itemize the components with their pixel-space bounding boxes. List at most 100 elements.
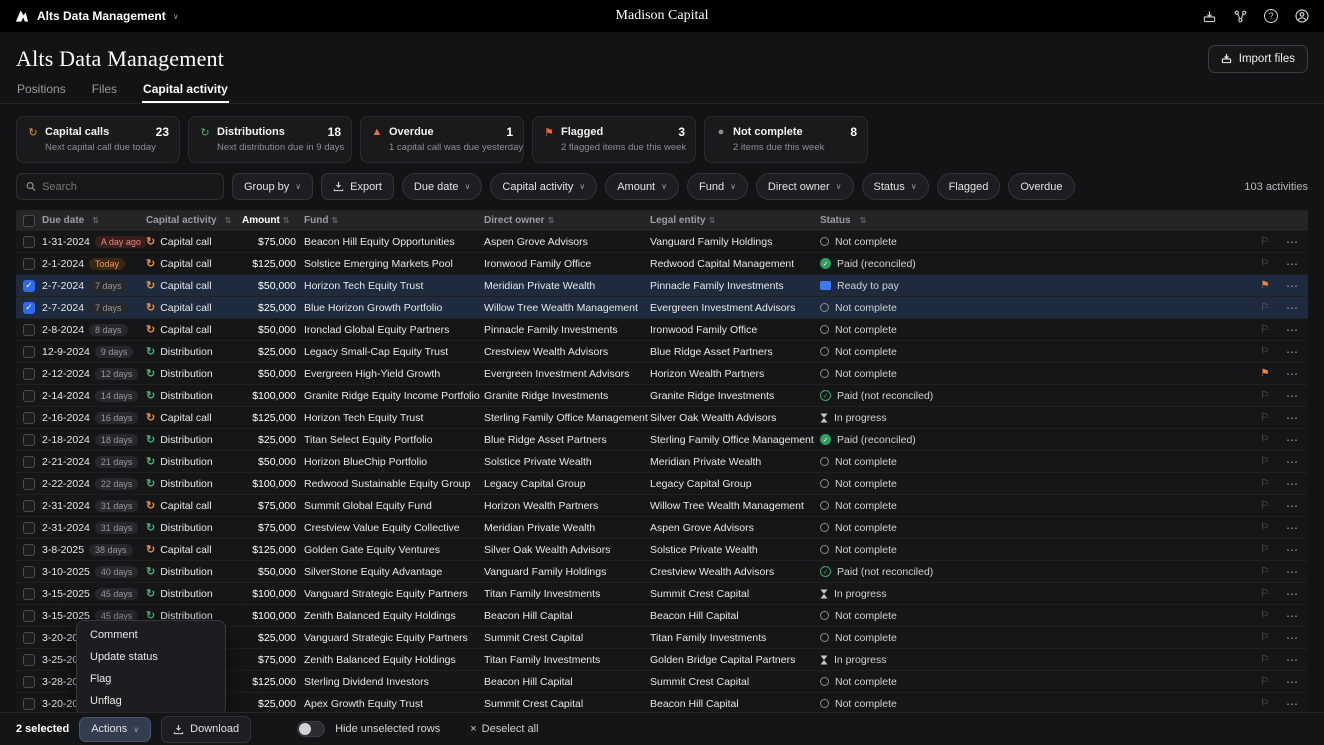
row-checkbox[interactable] [23,324,35,336]
column-header-due-date[interactable]: Due date⇅ [42,215,146,226]
row-checkbox[interactable]: ✓ [23,302,35,314]
flag-icon[interactable]: ⚐ [1261,434,1270,445]
row-menu-button[interactable]: ⋯ [1276,697,1308,711]
row-checkbox[interactable] [23,632,35,644]
row-menu-button[interactable]: ⋯ [1276,675,1308,689]
flag-icon[interactable]: ⚐ [1261,632,1270,643]
download-button[interactable]: Download [161,716,251,743]
row-menu-button[interactable]: ⋯ [1276,389,1308,403]
flag-icon[interactable]: ⚐ [1261,412,1270,423]
column-header-direct-owner[interactable]: Direct owner⇅ [484,215,650,226]
summary-card-distributions[interactable]: ↻ Distributions 18 Next distribution due… [188,116,352,163]
row-menu-button[interactable]: ⋯ [1276,279,1308,293]
flag-icon[interactable]: ⚑ [1261,368,1270,379]
help-icon[interactable]: ? [1263,8,1279,24]
row-menu-button[interactable]: ⋯ [1276,543,1308,557]
row-menu-button[interactable]: ⋯ [1276,653,1308,667]
column-header-fund[interactable]: Fund⇅ [304,215,484,226]
integrations-icon[interactable] [1232,8,1248,24]
row-checkbox[interactable]: ✓ [23,280,35,292]
column-header-legal-entity[interactable]: Legal entity⇅ [650,215,820,226]
tab-files[interactable]: Files [91,77,118,103]
table-row[interactable]: 2-8-20248 days ↻Capital call $50,000 Iro… [16,319,1308,341]
select-all-checkbox[interactable] [23,215,35,227]
row-menu-button[interactable]: ⋯ [1276,521,1308,535]
row-menu-button[interactable]: ⋯ [1276,609,1308,623]
row-menu-button[interactable]: ⋯ [1276,367,1308,381]
summary-card-overdue[interactable]: ▲ Overdue 1 1 capital call was due yeste… [360,116,524,163]
flag-icon[interactable]: ⚐ [1261,346,1270,357]
tab-capital-activity[interactable]: Capital activity [142,77,229,103]
import-files-button[interactable]: Import files [1208,45,1308,73]
filter-amount[interactable]: Amount∨ [605,173,679,200]
row-menu-button[interactable]: ⋯ [1276,433,1308,447]
row-menu-button[interactable]: ⋯ [1276,477,1308,491]
column-header-amount[interactable]: Amount⇅ [242,215,304,226]
table-row[interactable]: 2-14-202414 days ↻Distribution $100,000 … [16,385,1308,407]
row-checkbox[interactable] [23,258,35,270]
export-icon[interactable] [1201,8,1217,24]
column-header-capital-activity[interactable]: Capital activity⇅ [146,215,242,226]
row-checkbox[interactable] [23,500,35,512]
search-input[interactable] [16,173,224,200]
row-checkbox[interactable] [23,654,35,666]
row-menu-button[interactable]: ⋯ [1276,235,1308,249]
workspace-switcher[interactable]: Alts Data Management ∨ [14,8,179,24]
flag-icon[interactable]: ⚐ [1261,610,1270,621]
row-checkbox[interactable] [23,698,35,710]
table-row[interactable]: 2-22-202422 days ↻Distribution $100,000 … [16,473,1308,495]
flag-icon[interactable]: ⚐ [1261,302,1270,313]
flag-icon[interactable]: ⚐ [1261,676,1270,687]
row-checkbox[interactable] [23,236,35,248]
flag-icon[interactable]: ⚐ [1261,258,1270,269]
row-checkbox[interactable] [23,610,35,622]
flag-icon[interactable]: ⚐ [1261,456,1270,467]
filter-capital-activity[interactable]: Capital activity∨ [490,173,597,200]
table-row[interactable]: 3-10-202540 days ↻Distribution $50,000 S… [16,561,1308,583]
summary-card-capital-calls[interactable]: ↻ Capital calls 23 Next capital call due… [16,116,180,163]
flag-icon[interactable]: ⚐ [1261,566,1270,577]
flag-icon[interactable]: ⚐ [1261,698,1270,709]
row-checkbox[interactable] [23,676,35,688]
row-menu-button[interactable]: ⋯ [1276,631,1308,645]
row-menu-button[interactable]: ⋯ [1276,587,1308,601]
flag-icon[interactable]: ⚐ [1261,654,1270,665]
column-header-status[interactable]: Status⇅ [820,215,970,226]
summary-card-flagged[interactable]: ⚑ Flagged 3 2 flagged items due this wee… [532,116,696,163]
row-checkbox[interactable] [23,434,35,446]
actions-button[interactable]: Actions∨ [79,717,151,742]
filter-flagged[interactable]: Flagged [937,173,1001,200]
row-checkbox[interactable] [23,456,35,468]
table-row[interactable]: 2-18-202418 days ↻Distribution $25,000 T… [16,429,1308,451]
table-row[interactable]: 1-31-2024A day ago ↻Capital call $75,000… [16,231,1308,253]
flag-icon[interactable]: ⚐ [1261,236,1270,247]
flag-icon[interactable]: ⚑ [1261,280,1270,291]
context-menu-item-unflag[interactable]: Unflag [77,690,225,712]
row-menu-button[interactable]: ⋯ [1276,455,1308,469]
table-row[interactable]: 12-9-20249 days ↻Distribution $25,000 Le… [16,341,1308,363]
row-checkbox[interactable] [23,412,35,424]
row-checkbox[interactable] [23,588,35,600]
row-menu-button[interactable]: ⋯ [1276,257,1308,271]
export-button[interactable]: Export [321,173,394,200]
filter-due-date[interactable]: Due date∨ [402,173,483,200]
row-checkbox[interactable] [23,390,35,402]
table-row[interactable]: 2-31-202431 days ↻Distribution $75,000 C… [16,517,1308,539]
filter-fund[interactable]: Fund∨ [687,173,748,200]
row-menu-button[interactable]: ⋯ [1276,323,1308,337]
flag-icon[interactable]: ⚐ [1261,588,1270,599]
context-menu-item-comment[interactable]: Comment [77,624,225,646]
row-checkbox[interactable] [23,544,35,556]
group-by-button[interactable]: Group by∨ [232,173,313,200]
table-row[interactable]: 2-16-202416 days ↻Capital call $125,000 … [16,407,1308,429]
table-row[interactable]: 3-8-202538 days ↻Capital call $125,000 G… [16,539,1308,561]
deselect-all-button[interactable]: ×Deselect all [470,723,538,735]
row-menu-button[interactable]: ⋯ [1276,345,1308,359]
table-row[interactable]: 2-21-202421 days ↻Distribution $50,000 H… [16,451,1308,473]
flag-icon[interactable]: ⚐ [1261,324,1270,335]
summary-card-not-complete[interactable]: ● Not complete 8 2 items due this week [704,116,868,163]
table-row[interactable]: 3-15-202545 days ↻Distribution $100,000 … [16,583,1308,605]
row-checkbox[interactable] [23,522,35,534]
filter-overdue[interactable]: Overdue [1008,173,1074,200]
tab-positions[interactable]: Positions [16,77,67,103]
